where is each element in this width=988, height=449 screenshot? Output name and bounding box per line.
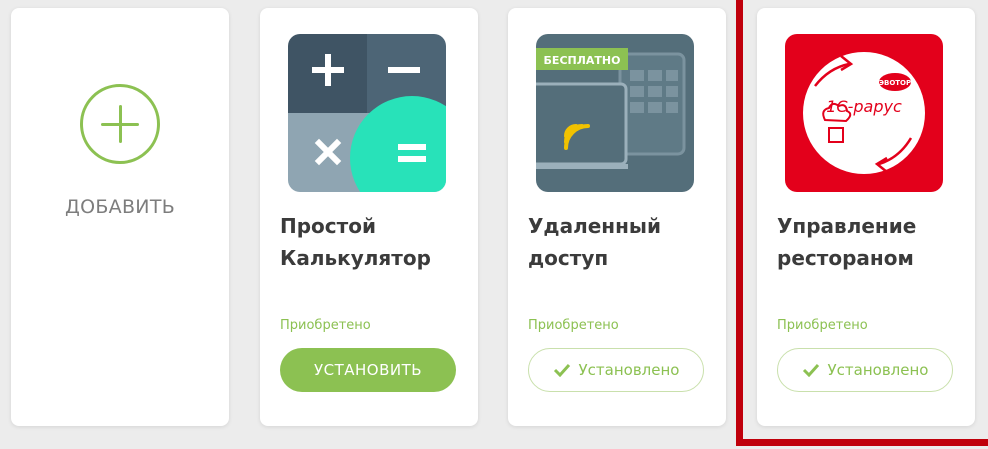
installed-button[interactable]: Установлено (777, 348, 953, 392)
install-button[interactable]: УСТАНОВИТЬ (280, 348, 456, 392)
app-card-restaurant[interactable]: ЭВОТОР 1С-рарус Управление рестораном Пр… (757, 8, 975, 426)
remote-access-icon: БЕСПЛАТНО (536, 34, 694, 192)
add-app-card[interactable]: ДОБАВИТЬ (11, 8, 229, 426)
add-label: ДОБАВИТЬ (64, 196, 176, 218)
app-card-remote-access[interactable]: БЕСПЛАТНО Удаленный доступ Приобретено У… (508, 8, 726, 426)
status-label: Приобретено (528, 318, 619, 333)
check-icon (553, 363, 570, 377)
status-label: Приобретено (777, 318, 868, 333)
app-title: Простой Калькулятор (280, 214, 431, 270)
plus-icon (80, 84, 160, 164)
app-card-calculator[interactable]: Простой Калькулятор Приобретено УСТАНОВИ… (260, 8, 478, 426)
check-icon (802, 363, 819, 377)
installed-button[interactable]: Установлено (528, 348, 704, 392)
status-label: Приобретено (280, 318, 371, 333)
restaurant-logo-icon: ЭВОТОР 1С-рарус (785, 34, 943, 192)
svg-text:БЕСПЛАТНО: БЕСПЛАТНО (544, 54, 621, 67)
calculator-icon (288, 34, 446, 192)
app-title: Управление рестораном (777, 214, 917, 270)
app-title: Удаленный доступ (528, 214, 662, 270)
svg-text:ЭВОТОР: ЭВОТОР (879, 79, 911, 87)
svg-text:1С-рарус: 1С-рарус (826, 97, 902, 116)
